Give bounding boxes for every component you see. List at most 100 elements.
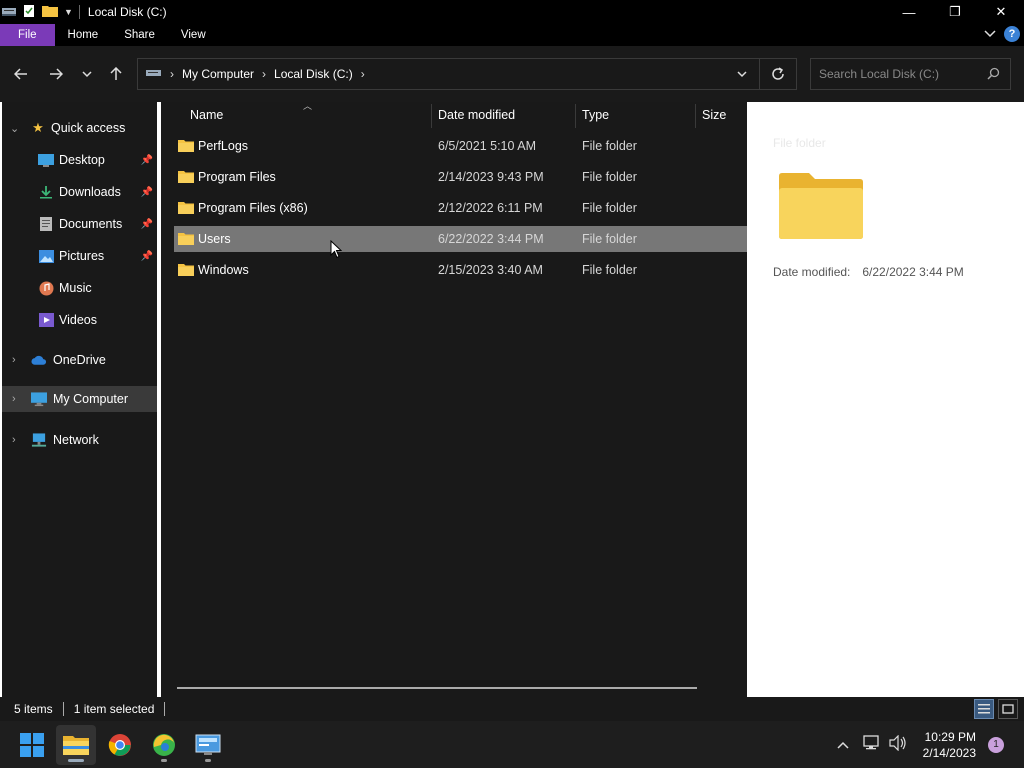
column-divider[interactable] bbox=[575, 104, 576, 128]
divider bbox=[78, 5, 80, 19]
divider bbox=[62, 702, 64, 716]
maximize-button[interactable]: ❐ bbox=[932, 0, 978, 24]
table-row[interactable]: Program Files (x86) 2/12/2022 6:11 PM Fi… bbox=[174, 195, 747, 221]
column-header-name[interactable]: Name bbox=[190, 108, 223, 122]
system-tray: 10:29 PM 2/14/2023 1 bbox=[837, 721, 1024, 768]
preview-type-label: File folder bbox=[773, 136, 826, 150]
address-history-chevron-icon[interactable] bbox=[725, 70, 759, 78]
chevron-right-icon[interactable]: › bbox=[12, 393, 16, 405]
column-header-date-modified[interactable]: Date modified bbox=[438, 108, 515, 122]
table-row[interactable]: PerfLogs 6/5/2021 5:10 AM File folder bbox=[174, 133, 747, 159]
breadcrumb-separator-icon[interactable]: › bbox=[262, 67, 266, 81]
pin-icon: 📌 bbox=[140, 154, 153, 166]
tab-home[interactable]: Home bbox=[55, 24, 112, 46]
sidebar-item-documents[interactable]: Documents 📌 bbox=[2, 211, 157, 237]
sidebar-item-quick-access[interactable]: ⌄ ★ Quick access bbox=[2, 115, 157, 141]
start-button[interactable] bbox=[12, 725, 52, 765]
document-icon bbox=[38, 216, 54, 232]
back-button[interactable] bbox=[11, 64, 31, 84]
drive-icon[interactable] bbox=[2, 5, 16, 20]
forward-button[interactable] bbox=[46, 64, 66, 84]
close-button[interactable]: ✕ bbox=[978, 0, 1024, 24]
view-toggle bbox=[974, 699, 1018, 719]
preview-pane: File folder Date modified: 6/22/2022 3:4… bbox=[747, 102, 1024, 697]
new-folder-icon[interactable] bbox=[42, 4, 58, 20]
chrome-icon bbox=[108, 734, 131, 756]
control-panel-app[interactable] bbox=[188, 725, 228, 765]
breadcrumb-separator-icon[interactable]: › bbox=[170, 67, 174, 81]
active-indicator bbox=[68, 759, 84, 762]
folder-icon bbox=[178, 264, 194, 276]
sidebar-item-my-computer[interactable]: › My Computer bbox=[2, 386, 157, 412]
address-bar[interactable]: › My Computer › Local Disk (C:) › bbox=[137, 58, 797, 90]
sidebar-item-label: OneDrive bbox=[53, 353, 106, 367]
show-hidden-icons-chevron-icon[interactable] bbox=[837, 738, 849, 752]
expand-ribbon-chevron-icon[interactable] bbox=[984, 27, 996, 41]
tab-file[interactable]: File bbox=[0, 24, 55, 46]
properties-icon[interactable] bbox=[22, 4, 36, 21]
chevron-right-icon[interactable]: › bbox=[12, 354, 16, 366]
recent-locations-button[interactable] bbox=[77, 64, 97, 84]
file-date: 2/14/2023 9:43 PM bbox=[438, 170, 544, 184]
search-input[interactable]: Search Local Disk (C:) bbox=[810, 58, 1011, 90]
download-icon bbox=[38, 184, 54, 200]
sidebar-item-network[interactable]: › Network bbox=[2, 427, 157, 453]
computer-icon bbox=[31, 391, 47, 407]
divider bbox=[164, 702, 166, 716]
column-divider[interactable] bbox=[695, 104, 696, 128]
chevron-down-icon bbox=[82, 70, 92, 77]
sidebar-item-label: Network bbox=[53, 433, 99, 447]
status-selection: 1 item selected bbox=[73, 702, 155, 716]
tab-view[interactable]: View bbox=[168, 24, 219, 46]
file-date: 2/12/2022 6:11 PM bbox=[438, 201, 543, 215]
file-list: ︿ Name Date modified Type Size PerfLogs … bbox=[161, 102, 747, 697]
sidebar-item-onedrive[interactable]: › OneDrive bbox=[2, 347, 157, 373]
chrome-app[interactable] bbox=[100, 725, 140, 765]
cloud-icon bbox=[31, 352, 47, 368]
breadcrumb-my-computer[interactable]: My Computer bbox=[182, 67, 254, 81]
minimize-button[interactable]: — bbox=[886, 0, 932, 24]
search-icon[interactable] bbox=[987, 67, 1000, 83]
window-controls: — ❐ ✕ bbox=[886, 0, 1024, 24]
window-title: Local Disk (C:) bbox=[87, 5, 167, 19]
tab-share[interactable]: Share bbox=[111, 24, 168, 46]
sidebar-item-label: Pictures bbox=[59, 249, 105, 263]
table-row[interactable]: Windows 2/15/2023 3:40 AM File folder bbox=[174, 257, 747, 283]
taskbar-clock[interactable]: 10:29 PM 2/14/2023 bbox=[923, 729, 976, 761]
preview-meta-value: 6/22/2022 3:44 PM bbox=[862, 265, 964, 279]
column-header-size[interactable]: Size bbox=[702, 108, 726, 122]
notification-badge[interactable]: 1 bbox=[988, 736, 1004, 753]
volume-icon[interactable] bbox=[889, 734, 907, 754]
sidebar-item-music[interactable]: Music bbox=[2, 275, 157, 301]
sidebar-item-pictures[interactable]: Pictures 📌 bbox=[2, 243, 157, 269]
file-name: PerfLogs bbox=[198, 139, 249, 153]
sidebar-item-downloads[interactable]: Downloads 📌 bbox=[2, 179, 157, 205]
arrow-right-icon bbox=[50, 68, 63, 80]
pin-icon: 📌 bbox=[140, 250, 153, 262]
customize-toolbar-chevron-icon[interactable]: ▼ bbox=[64, 7, 73, 17]
file-date: 6/5/2021 5:10 AM bbox=[438, 139, 536, 153]
file-explorer-app[interactable] bbox=[56, 725, 96, 765]
table-row-selected[interactable]: Users 6/22/2022 3:44 PM File folder bbox=[174, 226, 747, 252]
chevron-right-icon[interactable]: › bbox=[12, 434, 16, 446]
network-status-icon[interactable] bbox=[862, 735, 881, 754]
navigation-bar: › My Computer › Local Disk (C:) › Search… bbox=[0, 46, 1024, 102]
horizontal-scrollbar[interactable] bbox=[177, 687, 697, 689]
edge-app[interactable] bbox=[144, 725, 184, 765]
sidebar-item-videos[interactable]: Videos bbox=[2, 307, 157, 333]
up-button[interactable] bbox=[106, 64, 126, 84]
sidebar-item-label: Videos bbox=[59, 313, 97, 327]
breadcrumb-separator-icon[interactable]: › bbox=[361, 67, 365, 81]
details-view-button[interactable] bbox=[974, 699, 994, 719]
chevron-down-icon[interactable]: ⌄ bbox=[10, 122, 19, 135]
large-icons-view-button[interactable] bbox=[998, 699, 1018, 719]
breadcrumb-local-disk[interactable]: Local Disk (C:) bbox=[274, 67, 353, 81]
column-header-type[interactable]: Type bbox=[582, 108, 609, 122]
sidebar-item-desktop[interactable]: Desktop 📌 bbox=[2, 147, 157, 173]
column-headers: ︿ Name Date modified Type Size bbox=[161, 102, 747, 128]
table-row[interactable]: Program Files 2/14/2023 9:43 PM File fol… bbox=[174, 164, 747, 190]
refresh-icon[interactable] bbox=[760, 67, 796, 81]
help-button[interactable]: ? bbox=[1004, 26, 1020, 42]
column-divider[interactable] bbox=[431, 104, 432, 128]
arrow-up-icon bbox=[110, 67, 122, 80]
